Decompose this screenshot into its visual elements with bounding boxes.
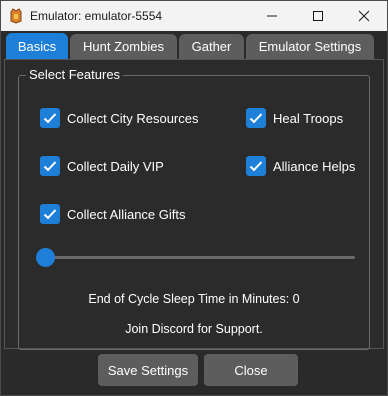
tab-gather[interactable]: Gather xyxy=(179,34,244,59)
sleep-time-slider-track[interactable] xyxy=(45,256,355,259)
checkbox-checked-icon xyxy=(40,108,60,128)
app-window: Emulator: emulator-5554 Basics Hunt Zomb… xyxy=(0,0,388,396)
checkbox-checked-icon xyxy=(40,204,60,224)
checkbox-checked-icon xyxy=(40,156,60,176)
minimize-button[interactable] xyxy=(249,1,295,31)
collect-city-resources-checkbox[interactable]: Collect City Resources xyxy=(40,107,199,129)
checkbox-label: Alliance Helps xyxy=(273,158,356,174)
app-icon xyxy=(9,8,23,24)
maximize-button[interactable] xyxy=(295,1,341,31)
sleep-time-label: End of Cycle Sleep Time in Minutes: 0 xyxy=(88,292,300,306)
features-group-title: Select Features xyxy=(26,67,124,83)
close-button[interactable]: Close xyxy=(204,354,298,386)
close-window-button[interactable] xyxy=(341,1,387,31)
minimize-icon xyxy=(267,15,277,17)
tab-hunt-zombies[interactable]: Hunt Zombies xyxy=(70,34,177,59)
checkbox-label: Collect Alliance Gifts xyxy=(67,206,186,222)
checkbox-label: Collect Daily VIP xyxy=(67,158,164,174)
collect-alliance-gifts-checkbox[interactable]: Collect Alliance Gifts xyxy=(40,203,186,225)
tab-basics[interactable]: Basics xyxy=(6,33,68,59)
tab-emulator-settings[interactable]: Emulator Settings xyxy=(246,34,374,59)
maximize-icon xyxy=(313,11,323,21)
close-icon xyxy=(358,10,370,22)
collect-daily-vip-checkbox[interactable]: Collect Daily VIP xyxy=(40,155,164,177)
checkbox-checked-icon xyxy=(246,108,266,128)
save-settings-button[interactable]: Save Settings xyxy=(98,354,198,386)
window-title: Emulator: emulator-5554 xyxy=(30,9,163,23)
heal-troops-checkbox[interactable]: Heal Troops xyxy=(246,107,343,129)
checkbox-label: Collect City Resources xyxy=(67,110,199,126)
checkbox-checked-icon xyxy=(246,156,266,176)
sleep-time-slider-thumb[interactable] xyxy=(36,248,55,267)
checkbox-label: Heal Troops xyxy=(273,110,344,126)
tab-bar: Basics Hunt Zombies Gather Emulator Sett… xyxy=(1,31,387,59)
alliance-helps-checkbox[interactable]: Alliance Helps xyxy=(246,155,355,177)
support-text: Join Discord for Support. xyxy=(125,322,263,336)
title-bar[interactable]: Emulator: emulator-5554 xyxy=(1,1,387,31)
